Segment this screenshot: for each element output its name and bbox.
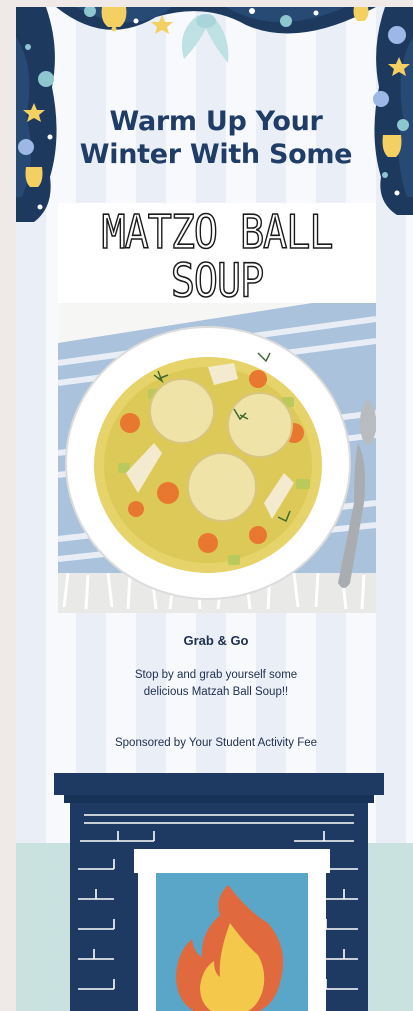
ornament-icon	[397, 119, 409, 131]
bow-icon	[181, 14, 229, 63]
bell-icon	[25, 167, 43, 187]
ornament-icon	[38, 71, 54, 87]
headline: Warm Up Your Winter With Some	[58, 105, 374, 171]
poster-title-line-1: MATZO BALL	[101, 206, 334, 260]
soup-poster: MATZO BALL SOUP	[58, 203, 376, 613]
ornament-icon	[18, 139, 34, 155]
ornament-icon	[388, 26, 406, 44]
headline-line-2: Winter With Some	[79, 139, 353, 170]
soup-bowl-icon	[58, 303, 376, 613]
headline-line-1: Warm Up Your	[109, 106, 323, 137]
garland-icon	[56, 7, 376, 63]
bell-icon	[382, 135, 402, 157]
ornament-icon	[280, 15, 292, 27]
body-text: Stop by and grab yourself some delicious…	[134, 669, 298, 698]
subhead: Grab & Go	[183, 633, 249, 648]
poster-title: MATZO BALL SOUP	[58, 206, 376, 308]
poster-title-line-2: SOUP	[170, 255, 265, 308]
flyer-page: Warm Up Your Winter With Some MATZO BALL…	[16, 7, 413, 1011]
sponsor-text: Sponsored by Your Student Activity Fee	[114, 737, 318, 749]
ornament-icon	[373, 91, 389, 107]
fireplace-icon	[54, 773, 384, 1011]
